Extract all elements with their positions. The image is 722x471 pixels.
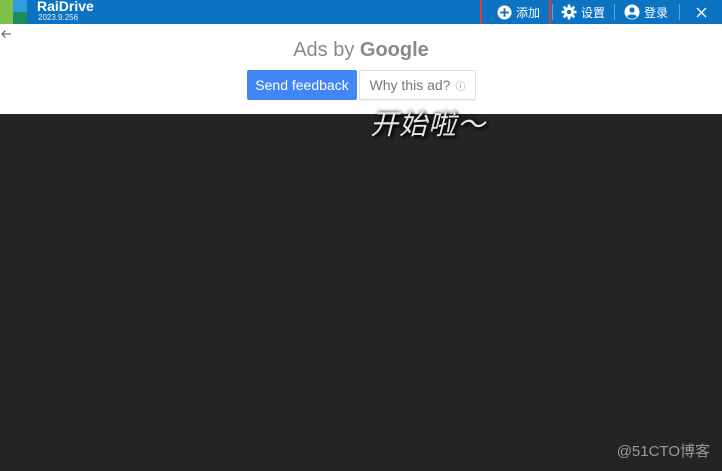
title-bar: RaiDrive 2023.9.256 添加 设置 登录	[0, 0, 722, 24]
login-button[interactable]: 登录	[624, 0, 668, 24]
toolbar-separator	[552, 4, 553, 20]
close-button[interactable]	[693, 0, 709, 24]
gear-icon	[561, 4, 577, 20]
why-this-ad-label: Why this ad?	[369, 77, 451, 93]
app-version: 2023.9.256	[38, 13, 79, 22]
toolbar-separator	[679, 4, 680, 20]
toolbar-separator	[614, 4, 615, 20]
start-text: 开始啦～	[370, 108, 487, 141]
ads-by-google: Ads by Google	[0, 39, 722, 62]
raidrive-logo	[0, 0, 27, 24]
settings-button[interactable]: 设置	[561, 0, 605, 24]
info-icon: ⓘ	[455, 81, 466, 93]
close-icon	[696, 7, 707, 18]
watermark: @51CTO博客	[616, 443, 710, 460]
back-arrow-icon[interactable]	[0, 27, 12, 39]
app-name: RaiDrive	[37, 0, 94, 14]
user-icon	[624, 4, 640, 20]
why-this-ad-button[interactable]: Why this ad? ⓘ	[359, 70, 476, 100]
settings-label: 设置	[581, 5, 606, 20]
ad-banner: Ads by Google Send feedback Why this ad?…	[0, 24, 722, 114]
login-label: 登录	[644, 5, 669, 20]
send-feedback-button[interactable]: Send feedback	[247, 70, 357, 100]
google-logo-text: Google	[359, 39, 429, 61]
ads-by-label: Ads by	[293, 39, 355, 61]
